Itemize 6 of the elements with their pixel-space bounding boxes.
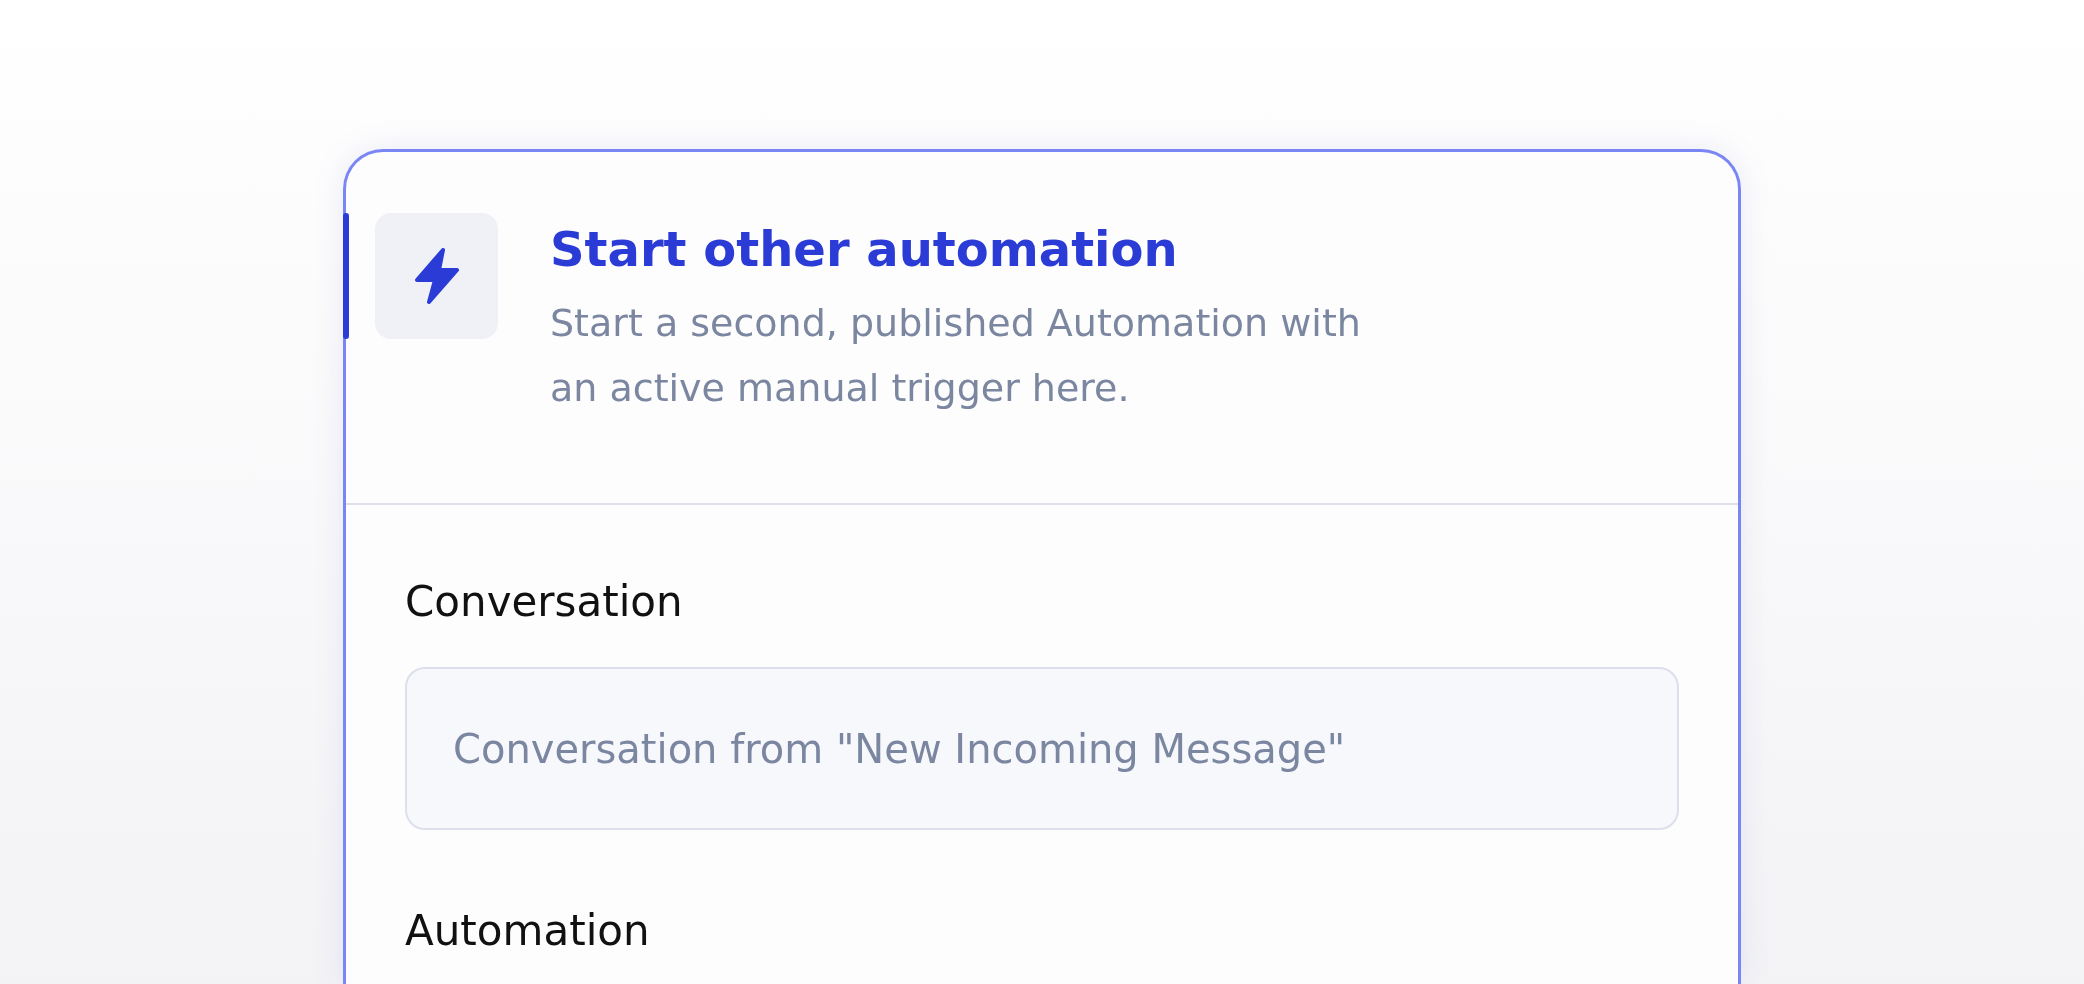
input-field[interactable]: Conversation from "New Incoming Message"	[405, 667, 1679, 831]
step-description: Start a second, published Automation with an active manual trigger here.	[550, 299, 1362, 412]
field-label: Conversation	[405, 577, 684, 628]
step-title: Start other automation	[550, 221, 1179, 279]
lightning-icon	[412, 248, 461, 304]
field-label: Automation	[405, 906, 651, 957]
